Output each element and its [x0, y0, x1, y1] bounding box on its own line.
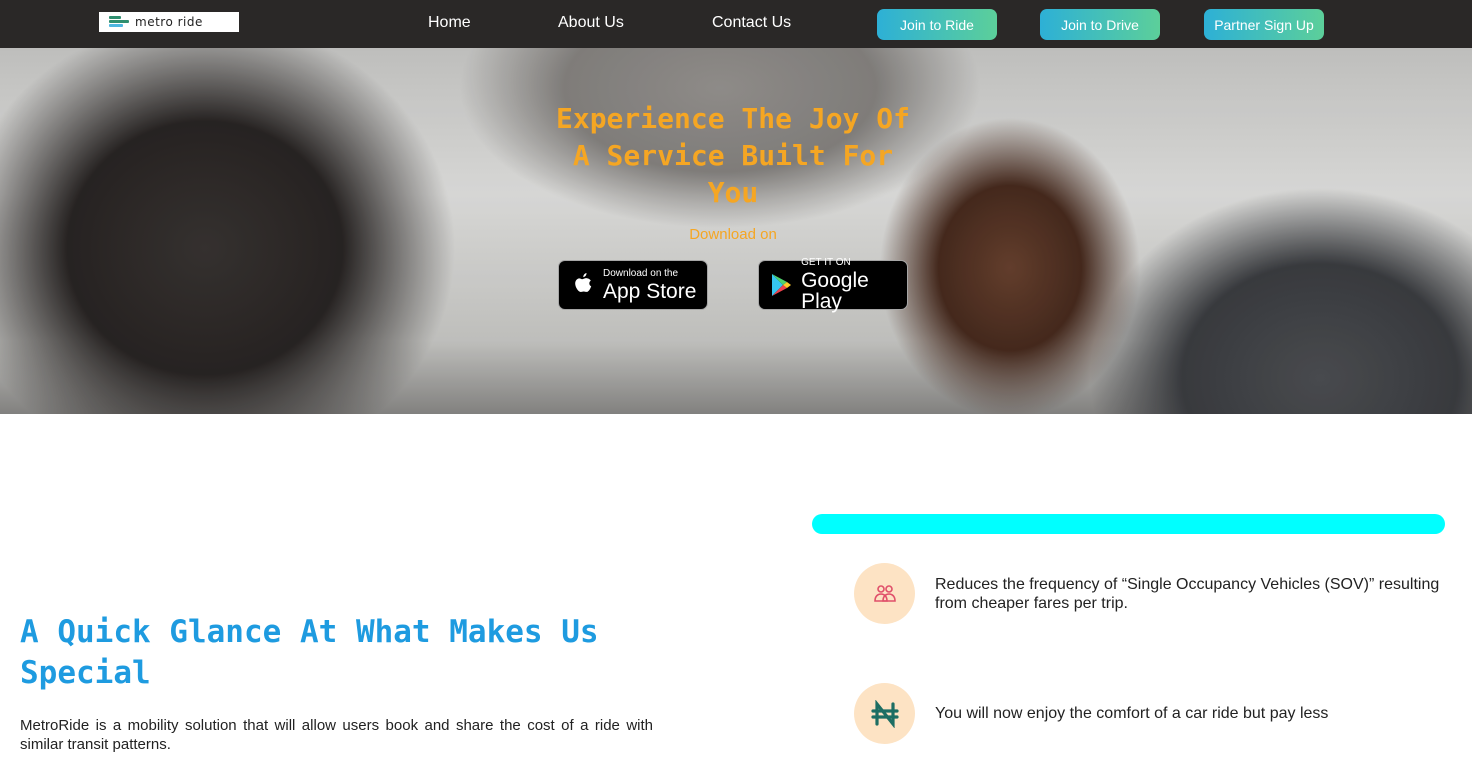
nav-link-about-us[interactable]: About Us: [558, 14, 624, 32]
logo-mark-icon: [109, 16, 129, 28]
join-to-ride-button[interactable]: Join to Ride: [877, 9, 997, 40]
feature-text-comfort: You will now enjoy the comfort of a car …: [935, 705, 1329, 722]
google-play-icon: [769, 270, 793, 300]
app-store-badge[interactable]: Download on the App Store: [558, 260, 708, 310]
nav-link-contact-us[interactable]: Contact Us: [712, 14, 791, 32]
app-store-big-text: App Store: [603, 279, 697, 303]
app-store-small-text: Download on the: [603, 267, 679, 279]
join-to-drive-button[interactable]: Join to Drive: [1040, 9, 1160, 40]
feature-text-sov: Reduces the frequency of “Single Occupan…: [935, 576, 1440, 612]
section-description: MetroRide is a mobility solution that wi…: [20, 717, 653, 753]
partner-sign-up-button[interactable]: Partner Sign Up: [1204, 9, 1324, 40]
section-title: A Quick Glance At What Makes Us Special: [20, 614, 599, 691]
nav-link-home[interactable]: Home: [428, 14, 471, 32]
hero-download-label: Download on: [689, 226, 777, 243]
hero-title: Experience The Joy Of A Service Built Fo…: [555, 102, 910, 209]
hero-banner: Experience The Joy Of A Service Built Fo…: [0, 48, 1472, 414]
people-icon: [854, 563, 915, 624]
top-navbar: metro ride Home About Us Contact Us Join…: [0, 0, 1472, 48]
naira-icon: [854, 683, 915, 744]
apple-icon: [569, 270, 595, 300]
google-play-big-text: Google Play: [801, 269, 869, 313]
cyan-divider-bar: [812, 514, 1445, 534]
logo-text: metro ride: [135, 15, 203, 29]
google-play-small-text: GET IT ON: [801, 257, 851, 268]
metro-ride-logo[interactable]: metro ride: [99, 12, 239, 32]
google-play-badge[interactable]: GET IT ON Google Play: [758, 257, 908, 313]
